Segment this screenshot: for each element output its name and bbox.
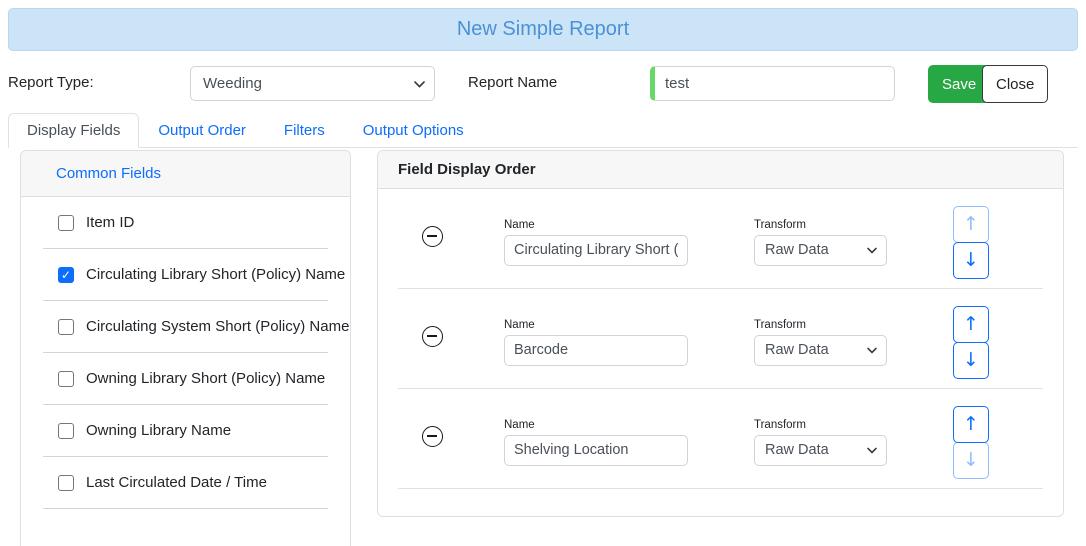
tab-filters[interactable]: Filters <box>265 113 344 148</box>
transform-label: Transform <box>754 418 806 431</box>
arrow-down-icon: ↓ <box>963 348 979 371</box>
transform-select-wrap: Raw Data <box>754 334 887 366</box>
field-name-input[interactable] <box>504 434 688 466</box>
display-fields-panel: Common Fields ✓ Item ID ✓ Circulating Li… <box>20 150 351 546</box>
common-fields-link[interactable]: Common Fields <box>56 165 161 182</box>
move-down-button[interactable]: ↓ <box>953 241 989 279</box>
field-label: Circulating Library Short (Policy) Name <box>86 266 346 283</box>
name-label: Name <box>504 418 535 431</box>
field-list-divider <box>43 508 328 509</box>
page-title-banner: New Simple Report <box>8 8 1078 51</box>
reorder-buttons: ↑ ↓ <box>953 305 989 379</box>
field-checkbox-row[interactable]: ✓ Last Circulated Date / Time <box>21 457 350 508</box>
report-name-input[interactable] <box>650 66 895 101</box>
field-checkbox-row[interactable]: ✓ Item ID <box>21 197 350 248</box>
minus-circle-icon <box>421 425 443 447</box>
tab-output-order[interactable]: Output Order <box>139 113 265 148</box>
close-button[interactable]: Close <box>982 65 1049 103</box>
field-name-input[interactable] <box>504 334 688 366</box>
field-order-row: Name Transform Raw Data ↑ ↓ <box>378 189 1063 289</box>
arrow-down-icon: ↓ <box>963 448 979 471</box>
field-checkbox-row[interactable]: ✓ Circulating System Short (Policy) Name <box>21 301 350 352</box>
field-order-row: Name Transform Raw Data ↑ ↓ <box>378 289 1063 389</box>
move-up-button[interactable]: ↑ <box>953 405 989 443</box>
reorder-buttons: ↑ ↓ <box>953 405 989 479</box>
tab-output-options[interactable]: Output Options <box>344 113 483 148</box>
report-type-label: Report Type: <box>8 74 94 91</box>
transform-select-wrap: Raw Data <box>754 434 887 466</box>
transform-select[interactable]: Raw Data <box>754 234 887 266</box>
arrow-up-icon: ↑ <box>963 412 979 435</box>
minus-circle-icon <box>421 325 443 347</box>
move-up-button[interactable]: ↑ <box>953 205 989 243</box>
name-label: Name <box>504 318 535 331</box>
remove-field-button[interactable] <box>420 424 444 448</box>
transform-select[interactable]: Raw Data <box>754 434 887 466</box>
page-title: New Simple Report <box>456 18 630 40</box>
report-tabs: Display Fields Output Order Filters Outp… <box>8 111 1078 148</box>
remove-field-button[interactable] <box>420 324 444 348</box>
move-down-button[interactable]: ↓ <box>953 441 989 479</box>
transform-label: Transform <box>754 318 806 331</box>
transform-select[interactable]: Raw Data <box>754 334 887 366</box>
move-down-button[interactable]: ↓ <box>953 341 989 379</box>
report-type-select[interactable]: Weeding <box>190 66 435 101</box>
arrow-up-icon: ↑ <box>963 312 979 335</box>
tab-label: Filters <box>283 122 325 139</box>
transform-field-group: Transform Raw Data <box>754 419 887 466</box>
name-field-group: Name <box>504 319 688 366</box>
tab-label: Output Options <box>362 122 464 139</box>
reorder-buttons: ↑ ↓ <box>953 205 989 279</box>
move-up-button[interactable]: ↑ <box>953 305 989 343</box>
transform-label: Transform <box>754 218 806 231</box>
tab-label: Output Order <box>158 122 246 139</box>
field-checkbox[interactable]: ✓ <box>58 214 74 231</box>
field-checkbox-row[interactable]: ✓ Owning Library Short (Policy) Name <box>21 353 350 404</box>
transform-select-wrap: Raw Data <box>754 234 887 266</box>
report-name-label: Report Name <box>468 74 558 91</box>
common-fields-list: ✓ Item ID ✓ Circulating Library Short (P… <box>21 197 350 509</box>
arrow-down-icon: ↓ <box>963 248 979 271</box>
field-name-input[interactable] <box>504 234 688 266</box>
tab-display-fields[interactable]: Display Fields <box>8 113 140 148</box>
tab-label: Display Fields <box>27 122 121 139</box>
field-checkbox[interactable]: ✓ <box>58 370 74 387</box>
report-type-select-wrap: Weeding <box>190 66 435 101</box>
check-icon: ✓ <box>60 267 72 282</box>
name-field-group: Name <box>504 419 688 466</box>
field-display-order-rows: Name Transform Raw Data ↑ ↓ Name Tra <box>378 189 1063 489</box>
field-checkbox[interactable]: ✓ <box>58 422 74 439</box>
remove-field-button[interactable] <box>420 224 444 248</box>
field-checkbox[interactable]: ✓ <box>58 266 74 283</box>
field-label: Owning Library Name <box>86 422 232 439</box>
field-display-order-header: Field Display Order <box>378 151 1063 189</box>
field-display-order-title: Field Display Order <box>398 161 536 178</box>
name-field-group: Name <box>504 219 688 266</box>
save-button[interactable]: Save <box>928 65 991 103</box>
transform-field-group: Transform Raw Data <box>754 319 887 366</box>
field-label: Last Circulated Date / Time <box>86 474 267 491</box>
common-fields-header[interactable]: Common Fields <box>21 151 350 197</box>
field-checkbox-row[interactable]: ✓ Circulating Library Short (Policy) Nam… <box>21 249 350 300</box>
transform-field-group: Transform Raw Data <box>754 219 887 266</box>
field-label: Circulating System Short (Policy) Name <box>86 318 350 335</box>
name-label: Name <box>504 218 535 231</box>
field-label: Item ID <box>86 214 135 231</box>
field-checkbox[interactable]: ✓ <box>58 474 74 491</box>
field-display-order-panel: Field Display Order Name Transform Raw D… <box>377 150 1064 517</box>
report-toolbar: Report Type: Weeding Report Name Save Cl… <box>8 65 1078 103</box>
row-divider <box>398 488 1043 489</box>
minus-circle-icon <box>421 225 443 247</box>
field-label: Owning Library Short (Policy) Name <box>86 370 326 387</box>
field-checkbox[interactable]: ✓ <box>58 318 74 335</box>
arrow-up-icon: ↑ <box>963 212 979 235</box>
field-order-row: Name Transform Raw Data ↑ ↓ <box>378 389 1063 489</box>
field-checkbox-row[interactable]: ✓ Owning Library Name <box>21 405 350 456</box>
